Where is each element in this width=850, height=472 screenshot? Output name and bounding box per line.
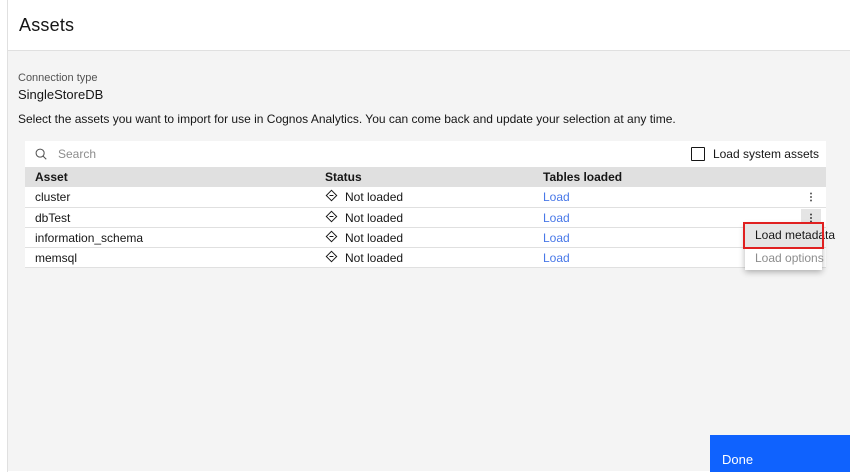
description-text: Select the assets you want to import for… <box>18 112 676 126</box>
load-system-assets-checkbox[interactable] <box>690 147 705 161</box>
search-input[interactable] <box>58 147 378 161</box>
not-loaded-diamond-icon <box>325 189 338 205</box>
tables-loaded-cell: Load <box>533 190 796 204</box>
connection-type-value: SingleStoreDB <box>18 87 104 102</box>
table-row: memsql Not loaded Load <box>25 247 826 267</box>
status-cell: Not loaded <box>315 210 533 226</box>
connection-type-label: Connection type <box>18 72 98 84</box>
status-text: Not loaded <box>345 250 404 265</box>
load-link[interactable]: Load <box>543 251 570 265</box>
search-icon <box>34 147 48 161</box>
load-system-assets-label: Load system assets <box>712 147 819 161</box>
panel-header: Assets <box>8 0 850 51</box>
panel-body: Connection type SingleStoreDB Select the… <box>8 51 850 471</box>
column-header-tables-loaded: Tables loaded <box>543 170 623 184</box>
load-link[interactable]: Load <box>543 211 570 225</box>
not-loaded-diamond-icon <box>325 250 338 266</box>
asset-name: information_schema <box>35 230 144 245</box>
status-cell: Not loaded <box>315 189 533 205</box>
tables-loaded-cell: Load <box>533 211 796 225</box>
table-row: information_schema Not loaded Load <box>25 227 826 247</box>
overflow-menu-button[interactable] <box>801 188 821 206</box>
asset-name: dbTest <box>35 210 71 225</box>
not-loaded-diamond-icon <box>325 210 338 226</box>
status-cell: Not loaded <box>315 230 533 246</box>
column-header-status: Status <box>325 170 362 184</box>
load-system-assets-group: Load system assets <box>690 147 826 161</box>
status-text: Not loaded <box>345 230 404 245</box>
status-text: Not loaded <box>345 190 404 204</box>
not-loaded-diamond-icon <box>325 230 338 246</box>
assets-table: Asset Status Tables loaded cluster Not l… <box>25 167 826 268</box>
table-row: cluster Not loaded Load <box>25 187 826 207</box>
table-row: dbTest Not loaded Load <box>25 207 826 227</box>
table-header-row: Asset Status Tables loaded <box>25 167 826 187</box>
load-link[interactable]: Load <box>543 190 570 204</box>
status-cell: Not loaded <box>315 250 533 266</box>
menu-item-load-options[interactable]: Load options <box>745 247 824 270</box>
menu-item-load-metadata[interactable]: Load metadata <box>743 222 835 249</box>
column-header-asset: Asset <box>35 170 68 184</box>
done-button[interactable]: Done <box>710 435 850 472</box>
asset-name: cluster <box>35 190 71 204</box>
load-link[interactable]: Load <box>543 231 570 245</box>
search-toolbar: Load system assets <box>25 141 826 167</box>
overflow-menu-dropdown: Load metadata Load options <box>743 222 835 270</box>
page-title: Assets <box>19 14 75 35</box>
asset-name: memsql <box>35 250 78 265</box>
assets-panel: Assets Connection type SingleStoreDB Sel… <box>7 0 850 472</box>
status-text: Not loaded <box>345 210 404 225</box>
